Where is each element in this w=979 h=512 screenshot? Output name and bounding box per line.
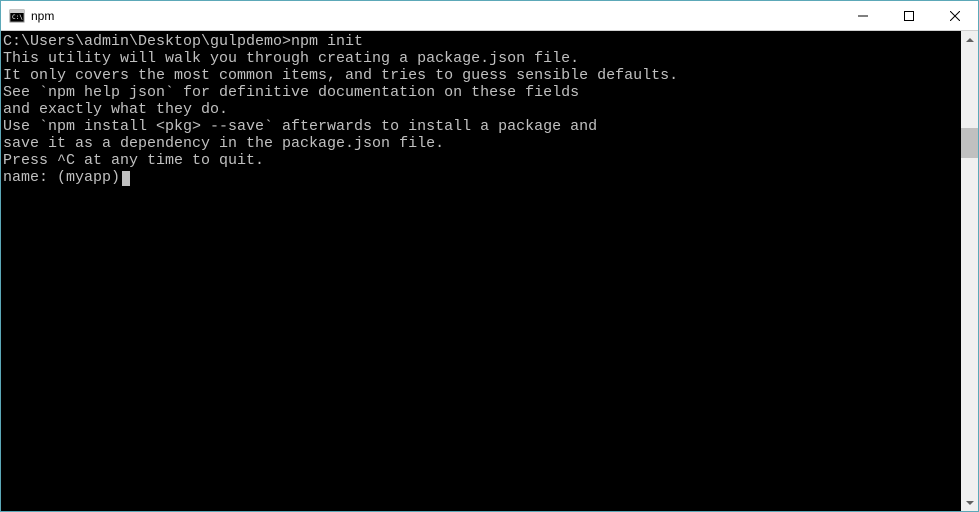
command-text: npm init xyxy=(291,33,363,50)
window-controls xyxy=(840,1,978,30)
output-line: Use `npm install <pkg> --save` afterward… xyxy=(3,118,961,135)
window-title: npm xyxy=(31,9,840,23)
maximize-button[interactable] xyxy=(886,1,932,30)
svg-text:C:\: C:\ xyxy=(12,14,23,21)
output-line: save it as a dependency in the package.j… xyxy=(3,135,961,152)
output-line: See `npm help json` for definitive docum… xyxy=(3,84,961,101)
scroll-track[interactable] xyxy=(961,48,978,494)
output-line: and exactly what they do. xyxy=(3,101,961,118)
terminal-output[interactable]: C:\Users\admin\Desktop\gulpdemo>npm init… xyxy=(1,31,961,511)
app-icon: C:\ xyxy=(9,8,25,24)
scroll-thumb[interactable] xyxy=(961,128,978,158)
prompt-line: C:\Users\admin\Desktop\gulpdemo>npm init xyxy=(3,33,961,50)
scroll-down-arrow[interactable] xyxy=(961,494,978,511)
prompt-path: C:\Users\admin\Desktop\gulpdemo> xyxy=(3,33,291,50)
input-line: name: (myapp) xyxy=(3,169,961,186)
terminal-container: C:\Users\admin\Desktop\gulpdemo>npm init… xyxy=(1,31,978,511)
output-line: It only covers the most common items, an… xyxy=(3,67,961,84)
cursor xyxy=(122,171,130,186)
scroll-up-arrow[interactable] xyxy=(961,31,978,48)
minimize-button[interactable] xyxy=(840,1,886,30)
close-button[interactable] xyxy=(932,1,978,30)
output-line: This utility will walk you through creat… xyxy=(3,50,961,67)
output-line: Press ^C at any time to quit. xyxy=(3,152,961,169)
window-titlebar: C:\ npm xyxy=(1,1,978,31)
vertical-scrollbar[interactable] xyxy=(961,31,978,511)
input-prompt: name: (myapp) xyxy=(3,169,120,186)
